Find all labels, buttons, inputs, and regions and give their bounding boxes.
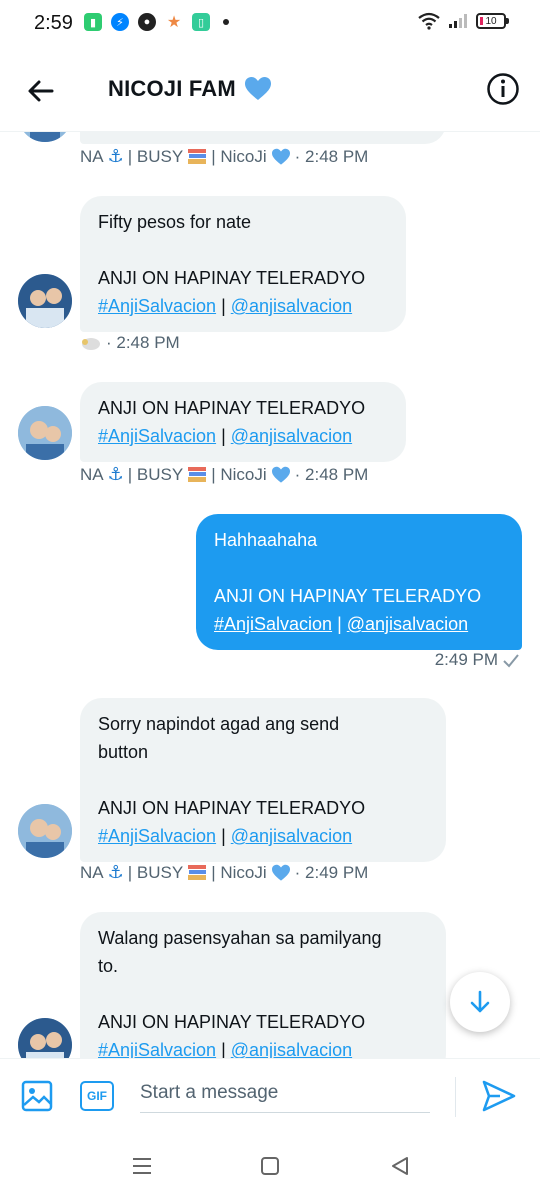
- anchor-icon: ⚓: [107, 464, 124, 484]
- divider: [455, 1077, 456, 1117]
- message-meta: 2:49 PM: [435, 650, 520, 670]
- home-icon[interactable]: [258, 1154, 282, 1178]
- signal-icon: [449, 14, 467, 28]
- avatar[interactable]: [18, 804, 72, 858]
- hashtag-link[interactable]: #AnjiSalvacion: [98, 826, 216, 846]
- message-bubble[interactable]: ANJI ON HAPINAY TELERADYO #AnjiSalvacion…: [80, 382, 406, 462]
- message-bubble[interactable]: Walang pasensyahan sa pamilyang to. ANJI…: [80, 912, 446, 1058]
- mention-link[interactable]: @anjisalvacion: [231, 426, 352, 446]
- battery-level: 10: [485, 15, 497, 27]
- info-icon[interactable]: [486, 72, 520, 106]
- message-meta: · 2:48 PM: [80, 333, 180, 353]
- recent-apps-icon[interactable]: [130, 1154, 154, 1178]
- arrow-down-icon: [470, 990, 490, 1013]
- send-icon[interactable]: [480, 1077, 518, 1115]
- conversation-title[interactable]: NICOJI FAM: [108, 76, 272, 102]
- hashtag-link[interactable]: #AnjiSalvacion: [98, 296, 216, 316]
- books-icon: [188, 148, 207, 164]
- wifi-icon: [418, 12, 440, 30]
- sent-check-icon: [503, 654, 519, 668]
- message-composer: GIF: [0, 1058, 540, 1134]
- gif-button[interactable]: GIF: [80, 1081, 114, 1111]
- anchor-icon: ⚓: [107, 146, 124, 166]
- message-input[interactable]: [140, 1073, 430, 1113]
- avatar[interactable]: [18, 1018, 72, 1058]
- mention-link[interactable]: @anjisalvacion: [231, 1040, 352, 1058]
- books-icon: [188, 864, 207, 880]
- conversation-header: NICOJI FAM: [0, 48, 540, 132]
- battery-icon: 10: [476, 13, 509, 29]
- message-meta: NA ⚓ | BUSY | NicoJi · 2:48 PM: [80, 146, 369, 166]
- messenger-icon: ⚡: [111, 13, 129, 31]
- app-store-icon: ▯: [192, 13, 210, 31]
- blue-heart-icon: [271, 466, 290, 483]
- back-arrow-icon[interactable]: [24, 74, 58, 108]
- message-meta: NA ⚓ | BUSY | NicoJi · 2:48 PM: [80, 464, 369, 484]
- message-bubble-partial[interactable]: [80, 132, 446, 144]
- avatar[interactable]: [18, 274, 72, 328]
- message-bubble[interactable]: Sorry napindot agad ang send button ANJI…: [80, 698, 446, 862]
- mention-link[interactable]: @anjisalvacion: [231, 296, 352, 316]
- page-title: NICOJI FAM: [108, 76, 236, 101]
- books-icon: [188, 466, 207, 482]
- star-icon: ★: [166, 14, 182, 31]
- message-bubble[interactable]: Fifty pesos for nate ANJI ON HAPINAY TEL…: [80, 196, 406, 332]
- battery-saver-icon: ▮: [84, 13, 102, 31]
- notification-icons: ▮ ⚡ ● ★ ▯: [84, 13, 229, 31]
- avatar[interactable]: [18, 406, 72, 460]
- status-time: 2:59: [34, 12, 73, 34]
- status-bar: 2:59 ▮ ⚡ ● ★ ▯ 10: [0, 0, 540, 48]
- avatar[interactable]: [18, 132, 72, 142]
- outgoing-message-bubble[interactable]: Hahhaahaha ANJI ON HAPINAY TELERADYO #An…: [196, 514, 522, 650]
- app-icon: ●: [138, 13, 156, 31]
- image-icon[interactable]: [20, 1079, 54, 1113]
- back-triangle-icon[interactable]: [388, 1154, 412, 1178]
- system-navigation-bar: [0, 1134, 540, 1200]
- message-list[interactable]: NA ⚓ | BUSY | NicoJi · 2:48 PM Fifty pes…: [0, 132, 540, 1058]
- hashtag-link[interactable]: #AnjiSalvacion: [214, 614, 332, 634]
- mention-link[interactable]: @anjisalvacion: [231, 826, 352, 846]
- blue-heart-icon: [271, 864, 290, 881]
- anchor-icon: ⚓: [107, 862, 124, 882]
- status-right: 10: [418, 12, 509, 30]
- more-notifications-icon: [223, 19, 229, 25]
- mention-link[interactable]: @anjisalvacion: [347, 614, 468, 634]
- blue-heart-icon: [271, 148, 290, 165]
- sheep-icon: [82, 338, 100, 350]
- blue-heart-icon: [244, 77, 271, 100]
- hashtag-link[interactable]: #AnjiSalvacion: [98, 426, 216, 446]
- hashtag-link[interactable]: #AnjiSalvacion: [98, 1040, 216, 1058]
- message-meta: NA ⚓ | BUSY | NicoJi · 2:49 PM: [80, 862, 369, 882]
- scroll-to-bottom-button[interactable]: [450, 972, 510, 1032]
